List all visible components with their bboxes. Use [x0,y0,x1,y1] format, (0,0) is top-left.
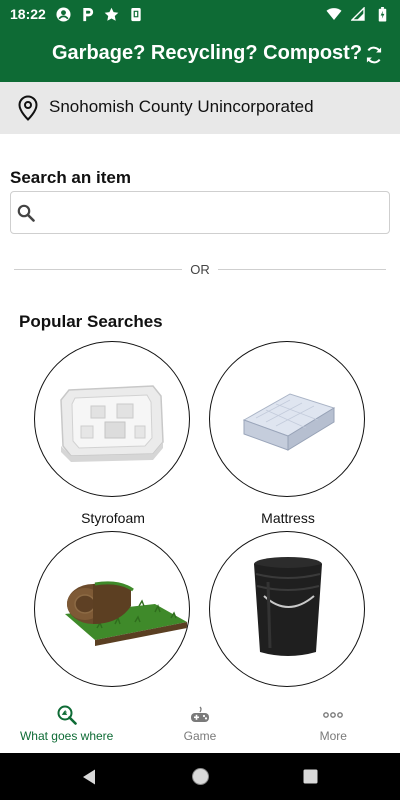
sim-card-icon [128,6,144,22]
popular-item-image-frame [34,531,190,687]
gamepad-icon [190,706,209,722]
home-icon[interactable] [191,767,210,786]
bucket-image [254,557,322,656]
battery-icon [374,6,390,22]
nav-what-goes-where[interactable]: What goes where [0,697,133,753]
status-system-icons [326,6,390,22]
search-label: Search an item [10,168,131,187]
star-icon [104,6,120,22]
account-circle-icon [56,6,72,22]
search-recycle-icon [57,705,77,725]
bottom-navigation: What goes where Game More [0,697,400,753]
location-name: Snohomish County Unincorporated [49,97,314,116]
popular-item-image-frame [34,341,190,497]
signal-icon [350,6,366,22]
popular-item-styrofoam[interactable]: Styrofoam [34,341,192,526]
sod-roll-image [65,581,187,646]
nav-more[interactable]: More [267,697,400,753]
wifi-icon [326,6,342,22]
status-bar: 18:22 [0,0,400,28]
popular-item-bucket[interactable] [209,531,367,700]
search-box[interactable] [10,191,390,234]
refresh-button[interactable] [360,41,388,69]
popular-item-label: Mattress [261,510,315,526]
more-dots-icon [323,712,344,718]
nav-label: More [319,729,347,743]
search-icon [17,204,35,222]
status-time: 18:22 [10,6,46,22]
mattress-image [242,393,336,451]
or-divider-text: OR [190,262,210,277]
popular-searches-title: Popular Searches [19,312,163,331]
nav-label: Game [183,729,217,743]
recents-icon[interactable] [303,769,318,784]
back-icon[interactable] [80,768,98,786]
parking-icon [80,6,96,22]
map-pin-icon [18,95,38,121]
popular-item-image-frame [209,531,365,687]
popular-item-label: Styrofoam [81,510,145,526]
status-notification-icons [56,6,144,22]
popular-item-image-frame [209,341,365,497]
location-bar[interactable]: Snohomish County Unincorporated [0,82,400,134]
nav-label: What goes where [19,729,114,743]
app-bar: Garbage? Recycling? Compost? [0,28,400,82]
divider-left [14,269,182,270]
search-input[interactable] [43,200,383,226]
popular-item-sod[interactable] [34,531,192,700]
popular-item-mattress[interactable]: Mattress [209,341,367,526]
app-title: Garbage? Recycling? Compost? [52,42,363,64]
refresh-icon [366,46,382,64]
styrofoam-image [60,385,164,462]
nav-game[interactable]: Game [133,697,266,753]
divider-right [218,269,386,270]
system-navigation-bar [0,753,400,800]
